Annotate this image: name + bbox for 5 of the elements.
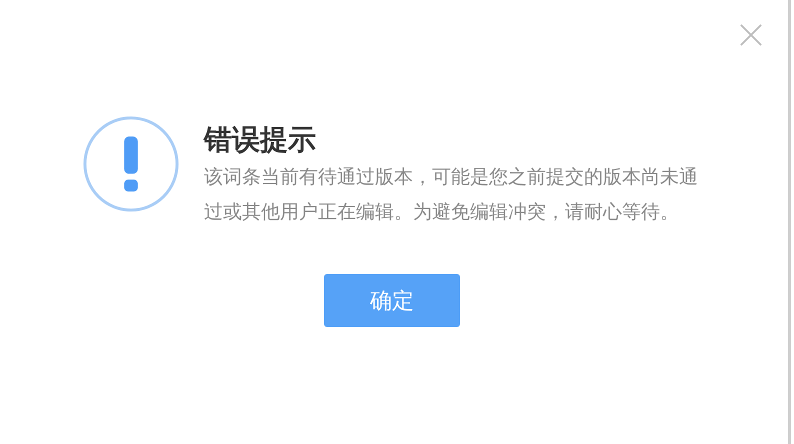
dialog-message: 该词条当前有待通过版本，可能是您之前提交的版本尚未通过或其他用户正在编辑。为避免编辑冲突，请耐心等待。 [204, 165, 699, 225]
close-icon[interactable] [740, 24, 762, 46]
confirm-button[interactable]: 确定 [324, 274, 460, 327]
warning-icon [82, 115, 180, 213]
dialog-title: 错误提示 [204, 122, 317, 158]
